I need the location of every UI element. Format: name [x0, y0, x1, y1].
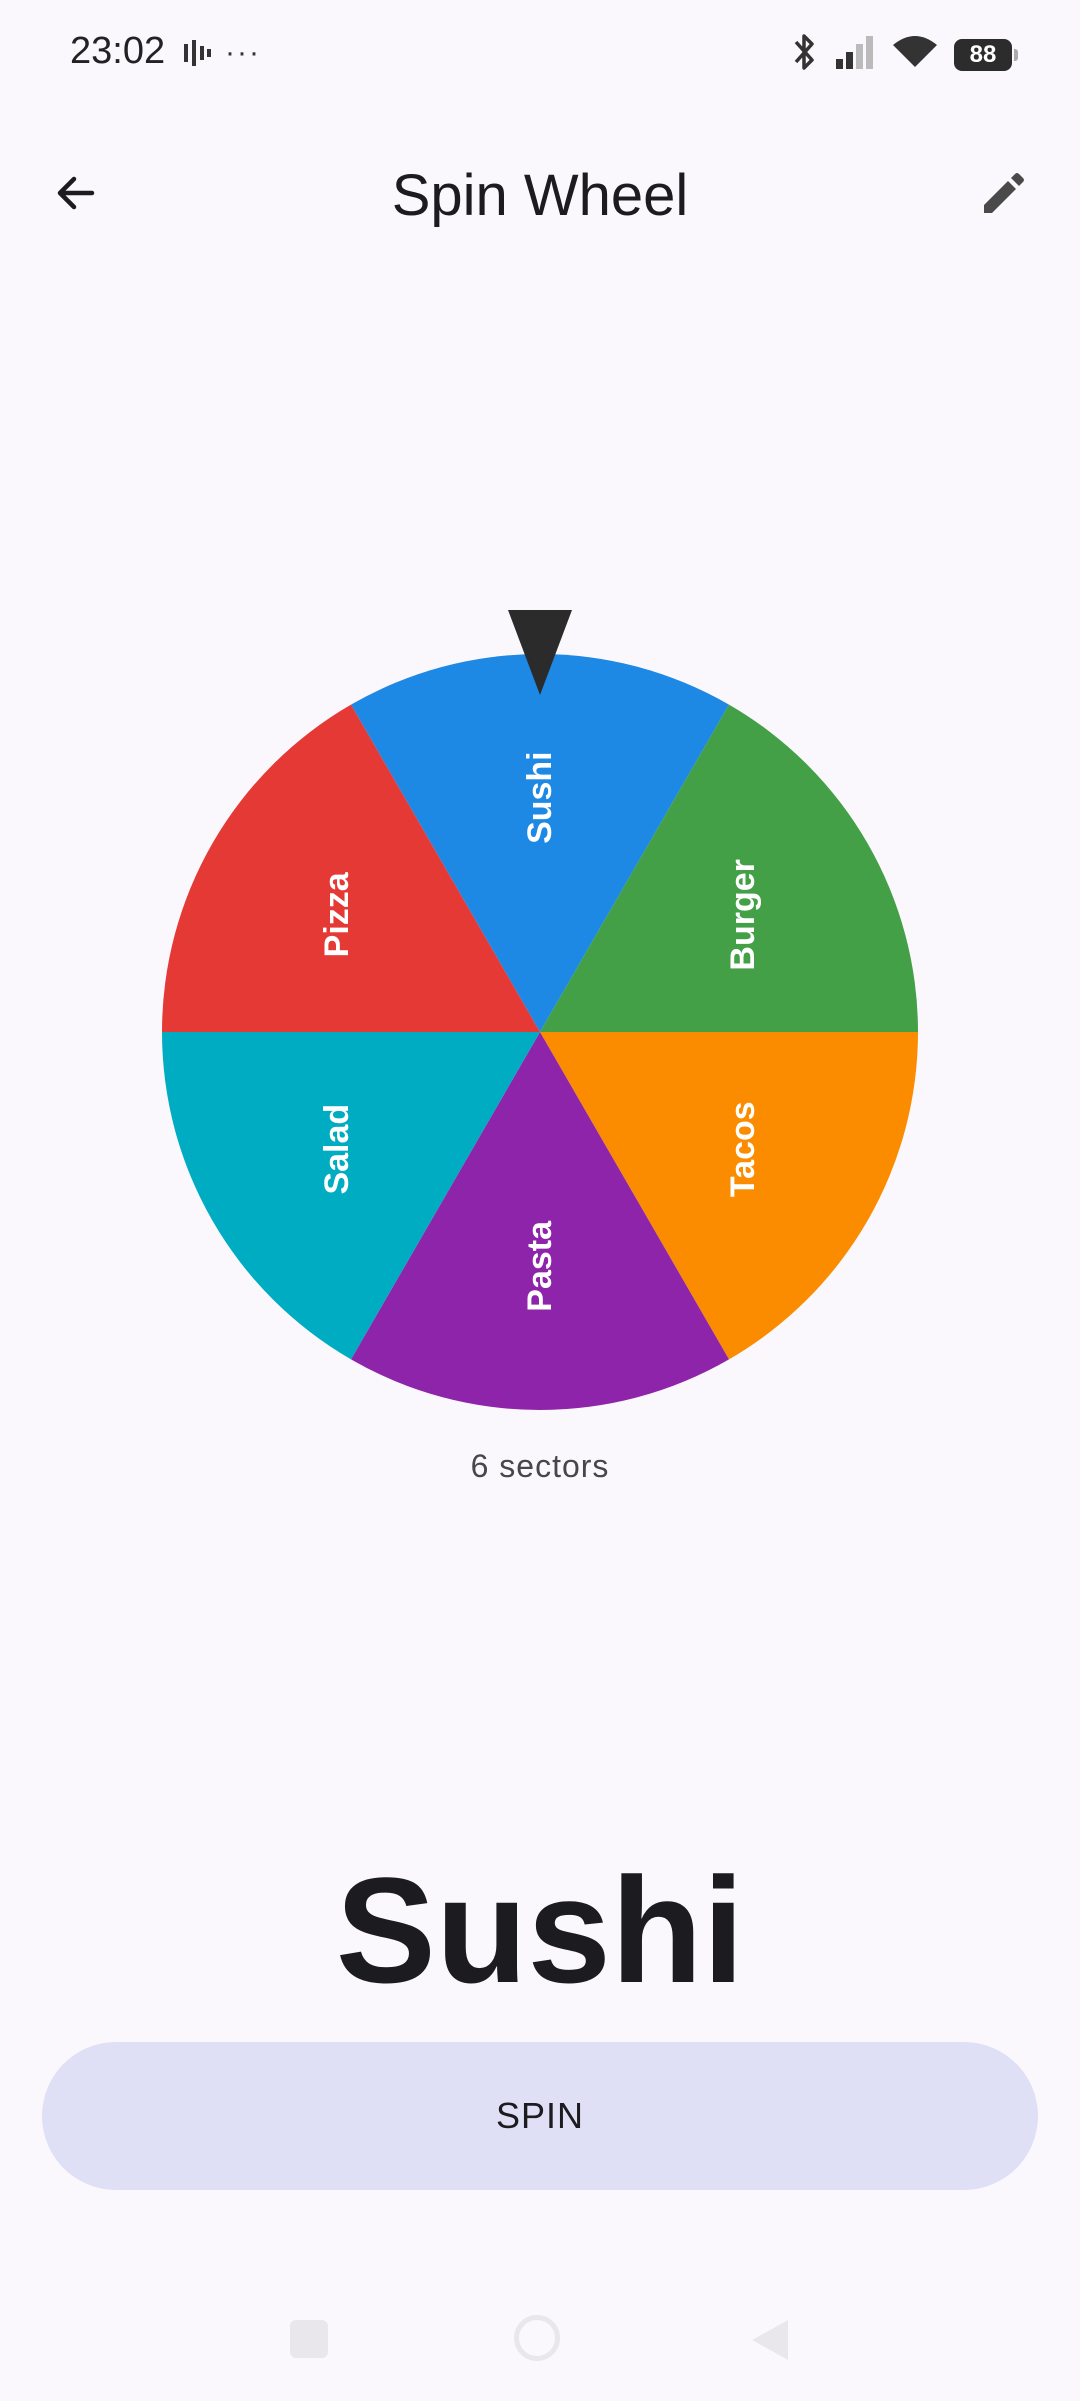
edit-button[interactable]: [966, 157, 1042, 233]
pencil-edit-icon: [978, 167, 1030, 224]
bluetooth-icon: [790, 32, 818, 77]
wheel-sector-label: Pasta: [521, 1220, 559, 1312]
wheel-sector-label: Pizza: [318, 871, 356, 957]
status-icons: 88: [790, 32, 1018, 77]
more-dots-icon: ···: [225, 36, 261, 69]
system-nav-bar: [0, 2300, 1080, 2380]
spin-button[interactable]: SPIN: [42, 2042, 1038, 2190]
back-triangle-icon[interactable]: [752, 2320, 788, 2360]
battery-icon: 88: [954, 38, 1018, 71]
wheel-sector-label: Sushi: [521, 751, 559, 844]
status-time: 23:02: [70, 30, 166, 72]
status-bar: 23:02 ··· 88: [0, 0, 1080, 105]
recents-icon[interactable]: [290, 2320, 328, 2358]
result-text: Sushi: [335, 1846, 745, 2014]
spin-wheel[interactable]: Sushi Burger Tacos Pasta Salad Pizza: [160, 600, 920, 1420]
wheel-sector-label: Salad: [318, 1104, 356, 1195]
spin-wheel-area: Sushi Burger Tacos Pasta Salad Pizza: [0, 600, 1080, 1420]
wheel-sector-label: Burger: [724, 859, 762, 970]
wheel-sector-label: Tacos: [724, 1101, 762, 1197]
wifi-icon: [892, 35, 938, 74]
signal-icon: [834, 35, 876, 74]
page-title: Spin Wheel: [391, 163, 689, 228]
audio-levels-icon: [182, 38, 212, 73]
home-icon[interactable]: [514, 2315, 560, 2361]
sector-count: 6 sectors: [470, 1448, 610, 1484]
app-bar: Spin Wheel: [0, 120, 1080, 270]
